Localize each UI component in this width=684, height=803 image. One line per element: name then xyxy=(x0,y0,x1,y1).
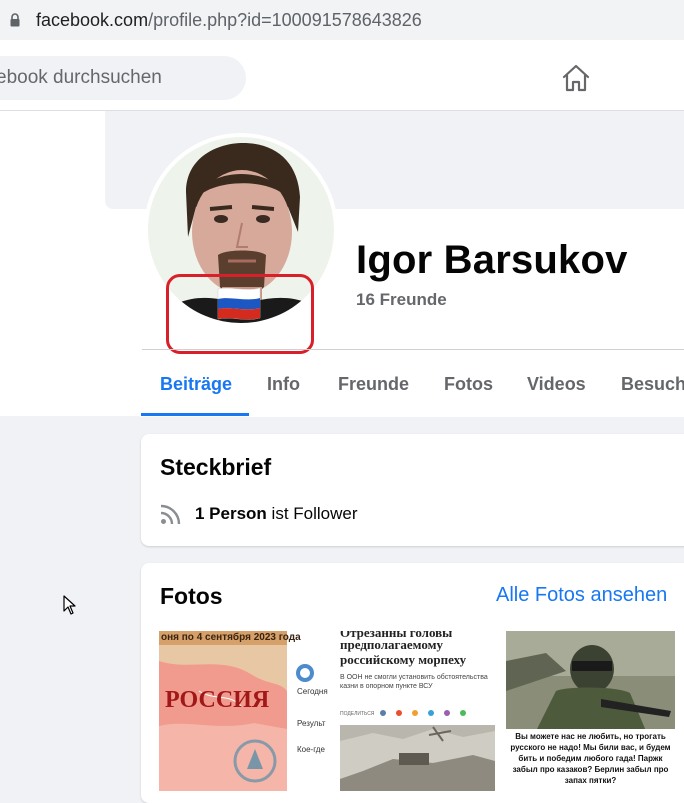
photo-thumbnail-1[interactable]: оня по 4 сентября 2023 года РОССИЯ Сегод… xyxy=(159,631,328,791)
profile-name: Igor Barsukov xyxy=(356,238,628,282)
active-tab-indicator xyxy=(141,413,249,416)
photo1-side-line-2: Результ xyxy=(297,719,326,728)
intro-card xyxy=(141,434,684,546)
home-icon[interactable] xyxy=(561,64,591,92)
follower-info: 1 Person ist Follower xyxy=(195,504,358,524)
photo1-side-line-3: Кое-где xyxy=(297,745,325,754)
follower-suffix: ist Follower xyxy=(266,504,358,523)
tab-beitraege[interactable]: Beiträge xyxy=(160,374,232,395)
photo-thumbnail-3[interactable]: Вы можете нас не любить, но трогать русс… xyxy=(506,631,675,791)
friends-count-link[interactable]: 16 Freunde xyxy=(356,290,447,310)
header-divider xyxy=(142,349,684,350)
tab-info[interactable]: Info xyxy=(267,374,300,395)
rss-icon xyxy=(160,504,181,525)
tab-videos[interactable]: Videos xyxy=(527,374,586,395)
mouse-cursor-icon xyxy=(63,595,76,615)
photo-thumbnail-2[interactable]: Отрезанны головы предполагаемому российс… xyxy=(333,631,501,791)
photo1-map-label: РОССИЯ xyxy=(165,687,270,713)
search-placeholder: ebook durchsuchen xyxy=(0,67,162,88)
url-path: /profile.php?id=100091578643826 xyxy=(148,10,422,30)
tab-freunde[interactable]: Freunde xyxy=(338,374,409,395)
photo2-share-icons xyxy=(340,710,495,791)
highlight-box xyxy=(166,274,314,354)
photo1-side-line-1: Сегодня xyxy=(297,687,328,696)
photo1-banner: оня по 4 сентября 2023 года xyxy=(161,632,301,643)
url-host: facebook.com xyxy=(36,10,149,30)
photo3-caption: Вы можете нас не любить, но трогать русс… xyxy=(510,732,671,785)
see-all-photos-link[interactable]: Alle Fotos ansehen xyxy=(496,584,667,607)
intro-card-title: Steckbrief xyxy=(160,454,272,480)
follower-count[interactable]: 1 Person xyxy=(195,504,267,523)
address-url[interactable]: facebook.com/profile.php?id=100091578643… xyxy=(36,10,422,31)
lock-icon xyxy=(10,13,20,27)
photos-card-title: Fotos xyxy=(160,583,223,609)
tab-fotos[interactable]: Fotos xyxy=(444,374,493,395)
tab-besuche[interactable]: Besuche xyxy=(621,374,684,395)
